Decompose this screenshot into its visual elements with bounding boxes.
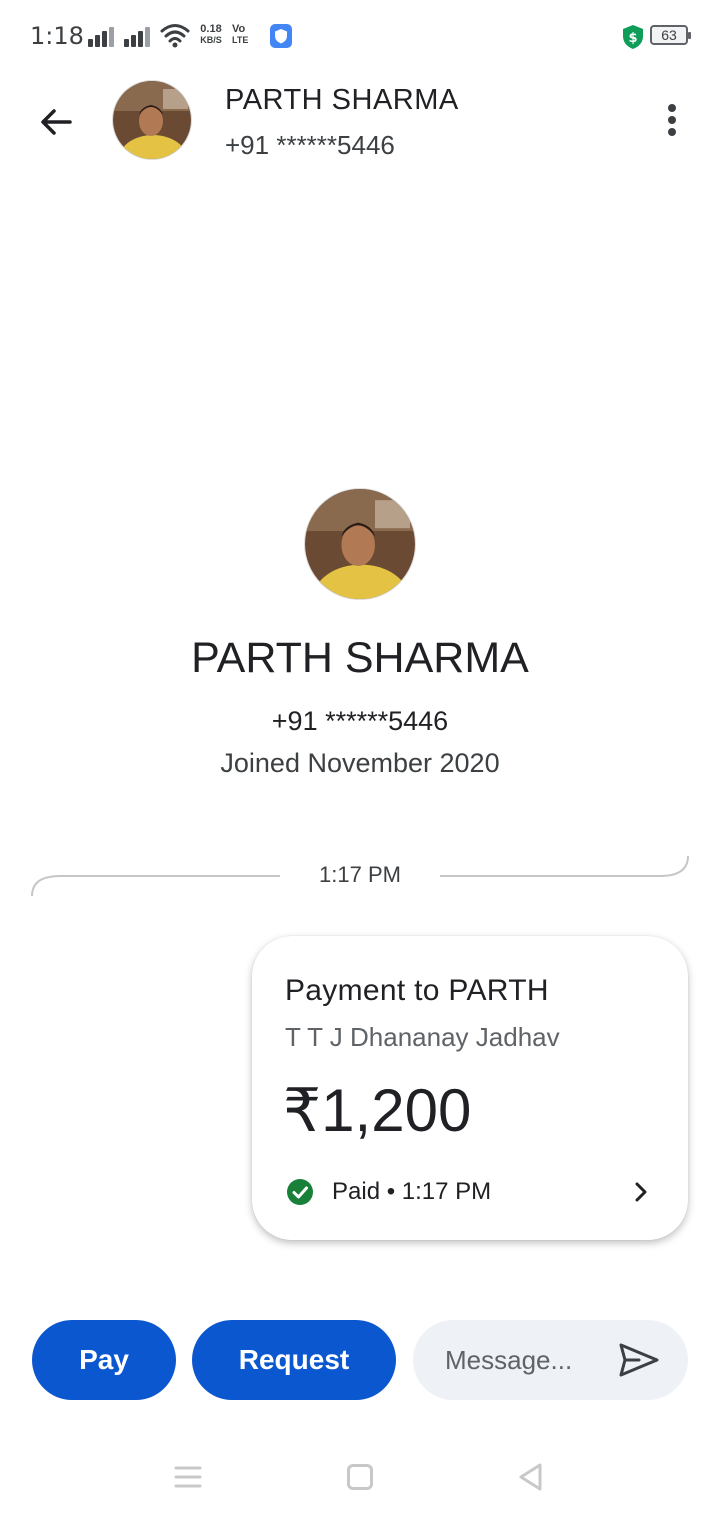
system-nav-bar	[0, 1440, 720, 1520]
payment-subtitle: T T J Dhananay Jadhav	[285, 1022, 560, 1052]
check-circle-icon	[287, 1179, 313, 1205]
request-button[interactable]: Request	[192, 1320, 396, 1400]
contact-name: PARTH SHARMA	[225, 84, 459, 116]
back-arrow-icon[interactable]	[32, 98, 80, 146]
message-input[interactable]	[445, 1340, 605, 1380]
timeline-time: 1:17 PM	[319, 862, 401, 887]
menu-icon[interactable]	[174, 1464, 202, 1490]
battery-icon: 63	[650, 25, 691, 45]
profile-avatar	[304, 488, 416, 600]
home-icon[interactable]	[347, 1464, 373, 1490]
profile-phone: +91 ******5446	[271, 706, 449, 736]
chevron-right-icon[interactable]	[628, 1179, 654, 1205]
security-shield-icon: $	[623, 25, 643, 49]
profile-joined-date: Joined November 2020	[220, 748, 500, 778]
chat-header: PARTH SHARMA +91 ******5446	[0, 72, 720, 172]
payment-status: Paid • 1:17 PM	[332, 1178, 492, 1205]
app-shield-icon	[270, 24, 292, 48]
payment-title: Payment to PARTH	[285, 974, 549, 1007]
network-speed: 0.18 KB/S	[200, 23, 222, 46]
message-box	[413, 1320, 688, 1400]
payment-card[interactable]: Payment to PARTH T T J Dhananay Jadhav ₹…	[252, 936, 688, 1240]
contact-phone: +91 ******5446	[225, 130, 395, 160]
signal-icon	[124, 25, 154, 47]
payment-amount: ₹1,200	[283, 1077, 472, 1144]
signal-icon	[88, 25, 118, 47]
more-vert-icon[interactable]	[652, 96, 692, 144]
send-icon[interactable]	[617, 1340, 661, 1380]
volte-indicator: Vo LTE	[232, 23, 249, 46]
wifi-icon	[160, 24, 190, 48]
status-bar: 1:18 0.18 KB/S Vo LTE $ 63	[0, 0, 720, 72]
svg-text:$: $	[628, 31, 637, 46]
nav-back-icon[interactable]	[516, 1462, 546, 1492]
avatar[interactable]	[112, 80, 192, 160]
pay-button[interactable]: Pay	[32, 1320, 176, 1400]
profile-name: PARTH SHARMA	[191, 634, 529, 682]
status-time: 1:18	[30, 22, 84, 50]
